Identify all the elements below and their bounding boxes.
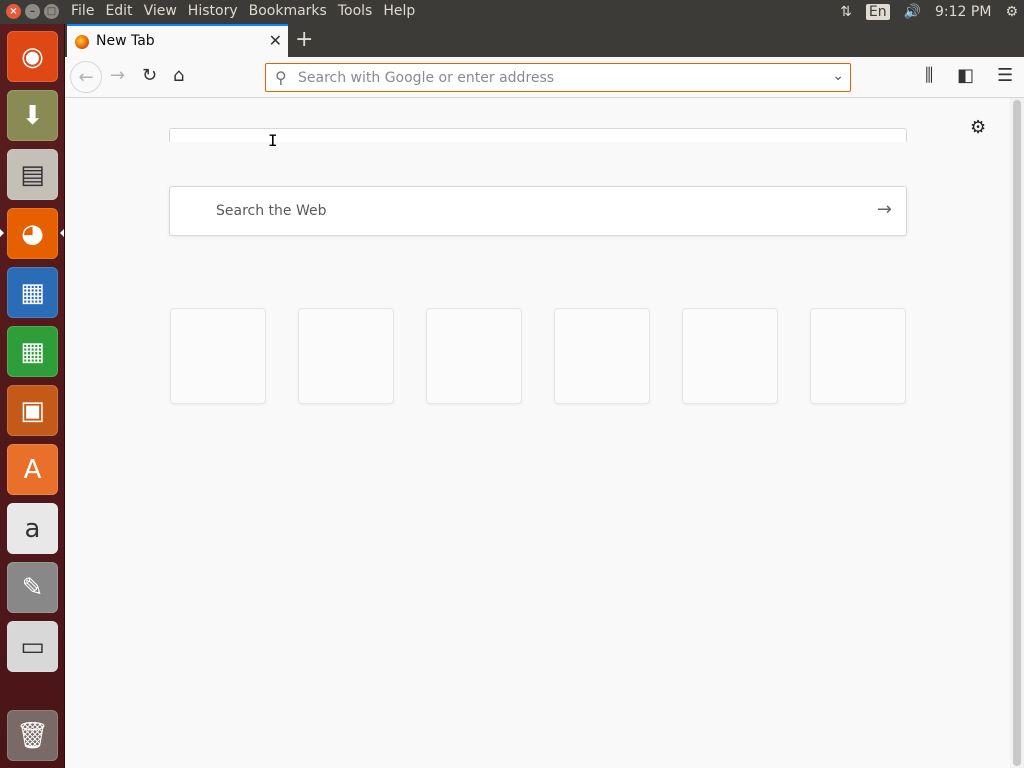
menu-bar: File Edit View History Bookmarks Tools H… bbox=[71, 3, 426, 19]
menu-tools[interactable]: Tools bbox=[338, 3, 373, 19]
back-arrow-icon: ← bbox=[78, 66, 94, 88]
tab-title: New Tab bbox=[96, 33, 155, 49]
menu-file[interactable]: File bbox=[71, 3, 94, 19]
volume-icon[interactable]: 🔊 bbox=[904, 4, 921, 20]
libreoffice-writer-icon[interactable]: ▦ bbox=[7, 267, 58, 318]
ubuntu-software-icon[interactable]: A bbox=[7, 444, 58, 495]
top-site-tile[interactable] bbox=[810, 308, 906, 404]
clock[interactable]: 9:12 PM bbox=[935, 4, 991, 20]
system-settings-icon[interactable]: ✎ bbox=[7, 562, 58, 613]
menu-history[interactable]: History bbox=[188, 3, 238, 19]
page-settings-gear-icon[interactable]: ⚙ bbox=[970, 117, 986, 138]
new-tab-button[interactable]: + bbox=[295, 27, 313, 52]
tab-strip: New Tab ✕ + bbox=[65, 24, 1024, 57]
software-updater-icon[interactable]: ⬇ bbox=[7, 90, 58, 141]
scrollbar[interactable] bbox=[1010, 98, 1024, 768]
reload-button[interactable]: ↻ bbox=[142, 65, 157, 86]
tab-close-icon[interactable]: ✕ bbox=[269, 31, 282, 50]
tab-new-tab[interactable]: New Tab ✕ bbox=[67, 24, 288, 57]
running-indicator-left bbox=[0, 229, 4, 237]
window-minimize-button[interactable]: – bbox=[25, 4, 40, 19]
library-icon[interactable]: ⫼ bbox=[925, 65, 933, 86]
launcher: ◉ ⬇ ▤ ◕ ▦ ▦ ▣ Aa ✎ ▭ 🗑 bbox=[0, 24, 65, 768]
menu-view[interactable]: View bbox=[144, 3, 177, 19]
top-site-tile[interactable] bbox=[298, 308, 394, 404]
top-site-tile[interactable] bbox=[682, 308, 778, 404]
firefox-icon[interactable]: ◕ bbox=[7, 208, 58, 259]
forward-button[interactable]: → bbox=[110, 65, 125, 86]
libreoffice-calc-icon[interactable]: ▦ bbox=[7, 326, 58, 377]
top-panel: × – □ File Edit View History Bookmarks T… bbox=[0, 0, 1024, 24]
network-icon[interactable]: ⇅ bbox=[840, 4, 852, 20]
system-gear-icon[interactable]: ⚙ bbox=[1005, 4, 1018, 20]
arrow-right-icon[interactable]: → bbox=[877, 199, 892, 220]
top-site-tile[interactable] bbox=[426, 308, 522, 404]
ubuntu-dash-icon[interactable]: ◉ bbox=[7, 31, 58, 82]
new-tab-page: ⚙ I → bbox=[65, 98, 1010, 768]
file-manager-icon[interactable]: ▤ bbox=[7, 149, 58, 200]
url-bar[interactable]: ⚲ ⌄ bbox=[265, 63, 851, 92]
libreoffice-impress-icon[interactable]: ▣ bbox=[7, 385, 58, 436]
trash-icon[interactable]: 🗑 bbox=[7, 710, 58, 761]
top-site-tile[interactable] bbox=[170, 308, 266, 404]
scrollbar-thumb[interactable] bbox=[1013, 100, 1021, 766]
sidebar-icon[interactable]: ◧ bbox=[957, 65, 974, 86]
running-indicator-right bbox=[60, 229, 64, 237]
web-search-box[interactable]: → bbox=[169, 186, 907, 236]
menu-help[interactable]: Help bbox=[383, 3, 415, 19]
chevron-down-icon[interactable]: ⌄ bbox=[832, 68, 844, 84]
window-close-button[interactable]: × bbox=[6, 4, 21, 19]
snippet-placeholder bbox=[169, 128, 907, 142]
web-search-input[interactable] bbox=[216, 201, 856, 221]
menu-edit[interactable]: Edit bbox=[105, 3, 132, 19]
navigation-toolbar: ← → ↻ ⌂ ⚲ ⌄ ⫼ ◧ ☰ bbox=[65, 57, 1024, 98]
indicator-area: ⇅ En 🔊 9:12 PM ⚙ bbox=[840, 0, 1024, 24]
address-input[interactable] bbox=[298, 68, 818, 88]
menu-bookmarks[interactable]: Bookmarks bbox=[249, 3, 327, 19]
back-button[interactable]: ← bbox=[70, 61, 102, 93]
search-icon: ⚲ bbox=[275, 68, 287, 87]
home-button[interactable]: ⌂ bbox=[173, 65, 184, 86]
hamburger-menu-icon[interactable]: ☰ bbox=[997, 65, 1013, 86]
keyboard-language-indicator[interactable]: En bbox=[865, 4, 890, 20]
top-site-tile[interactable] bbox=[554, 308, 650, 404]
firefox-favicon-icon bbox=[75, 35, 89, 49]
text-cursor-icon: I bbox=[268, 131, 278, 150]
window-maximize-button[interactable]: □ bbox=[44, 4, 59, 19]
amazon-icon[interactable]: a bbox=[7, 503, 58, 554]
disk-icon[interactable]: ▭ bbox=[7, 621, 58, 672]
